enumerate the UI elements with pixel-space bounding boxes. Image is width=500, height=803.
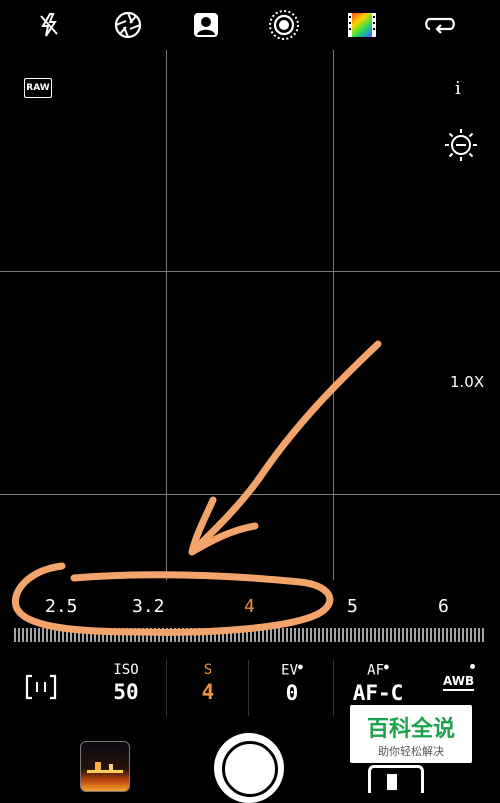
param-af[interactable]: AF● AF-C [346,662,410,705]
param-label: EV● [281,662,303,679]
param-label: ISO [113,662,139,678]
watermark-subtitle: 助你轻松解决 [378,745,444,758]
shutter-button[interactable] [214,733,284,803]
annotation-arrow-scribble [11,340,382,636]
divider [333,660,334,716]
awb-label: AWB [443,674,475,688]
watermark-title: 百科全说 [366,717,455,742]
param-value: 0 [285,680,299,705]
metering-icon[interactable] [24,674,58,704]
param-ev[interactable]: EV● 0 [262,662,322,705]
param-value: AF-C [352,680,404,705]
divider [166,660,167,716]
param-value: 50 [113,680,139,704]
divider [248,660,249,716]
video-mode-icon[interactable] [368,765,424,793]
awb-button[interactable]: AWB [443,674,475,691]
param-value: 4 [201,680,215,704]
param-label: AF● [367,662,389,679]
param-iso[interactable]: ISO 50 [96,662,156,704]
param-shutter[interactable]: S 4 [178,662,238,704]
watermark-logo: 百科全说 助你轻松解决 [350,705,472,763]
awb-indicator-dot [470,664,475,669]
param-label: S [203,662,213,678]
gallery-thumbnail[interactable] [80,741,130,792]
